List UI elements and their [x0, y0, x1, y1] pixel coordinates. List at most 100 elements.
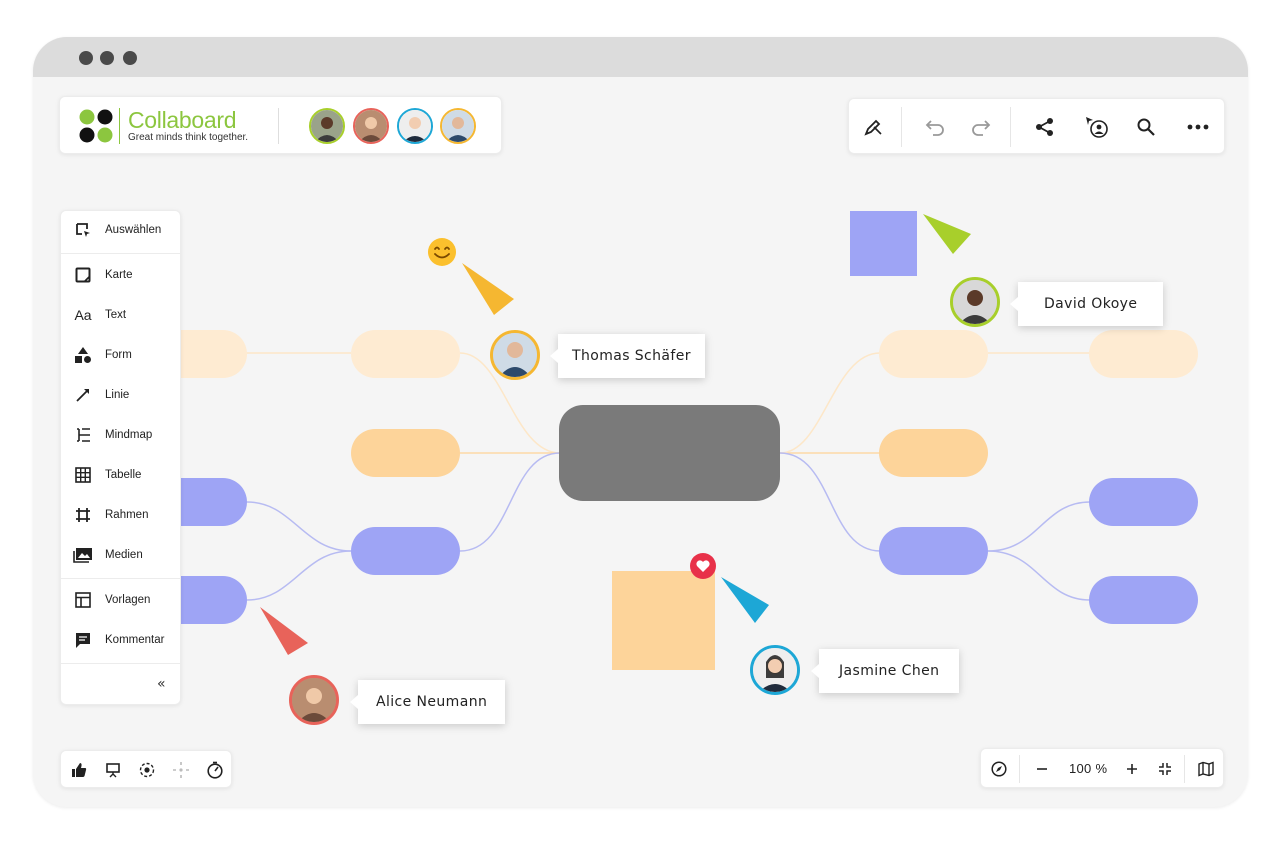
cursor-pointer-icon — [462, 263, 514, 315]
tool-templates[interactable]: Vorlagen — [61, 582, 181, 618]
cursor-pointer-icon — [923, 214, 971, 254]
zoom-in-icon[interactable] — [1116, 753, 1148, 785]
smile-emoji-icon — [428, 238, 456, 266]
mindmap-node[interactable] — [1089, 330, 1198, 378]
sticky-note[interactable] — [612, 571, 715, 670]
mindmap-node[interactable] — [879, 527, 988, 575]
compass-icon[interactable] — [983, 753, 1015, 785]
sticky-note[interactable] — [850, 211, 917, 276]
window-dot[interactable] — [123, 51, 137, 65]
focus-icon[interactable] — [131, 754, 163, 786]
participant-avatar[interactable] — [440, 108, 476, 144]
participant-avatar[interactable] — [353, 108, 389, 144]
tool-label: Vorlagen — [105, 594, 151, 606]
tool-shape[interactable]: Form — [61, 337, 181, 373]
shape-icon — [71, 343, 95, 367]
select-icon — [71, 218, 95, 242]
bottom-left-toolbar — [60, 750, 232, 788]
participant-avatar[interactable] — [309, 108, 345, 144]
app-name: Collaboard — [128, 107, 237, 133]
mindmap-icon — [71, 423, 95, 447]
cursor-label: Thomas Schäfer — [550, 334, 705, 378]
mindmap-node-center[interactable] — [559, 405, 780, 501]
mindmap-node[interactable] — [1089, 478, 1198, 526]
tool-label: Mindmap — [105, 429, 153, 441]
templates-icon — [71, 588, 95, 612]
tool-label: Auswählen — [105, 224, 162, 236]
cursor-label: Jasmine Chen — [810, 649, 960, 693]
line-icon — [71, 383, 95, 407]
tool-card[interactable]: Karte — [61, 257, 181, 293]
heart-reaction-icon — [690, 553, 716, 579]
tool-label: Tabelle — [105, 469, 142, 481]
mindmap-node[interactable] — [879, 429, 988, 477]
collapse-icon[interactable]: « — [157, 676, 166, 692]
mindmap-node[interactable] — [351, 429, 460, 477]
panel-divider — [278, 108, 279, 144]
collaboard-logo-icon — [79, 109, 113, 143]
comment-icon — [71, 628, 95, 652]
tools-divider — [61, 253, 181, 254]
map-icon[interactable] — [1190, 753, 1222, 785]
tool-select[interactable]: Auswählen — [61, 212, 181, 248]
move-icon[interactable] — [165, 754, 197, 786]
window-dot[interactable] — [100, 51, 114, 65]
tool-label: Form — [105, 349, 132, 361]
tool-text[interactable]: Aa Text — [61, 297, 181, 333]
app-window: Thomas Schäfer David Okoye Alice Neumann… — [33, 37, 1248, 807]
like-icon[interactable] — [63, 754, 95, 786]
zoom-level[interactable]: 100 % — [1069, 761, 1107, 776]
app-tagline: Great minds think together. — [128, 132, 249, 143]
avatar-david — [950, 277, 1000, 327]
more-icon[interactable] — [1182, 111, 1214, 143]
tool-label: Text — [105, 309, 127, 321]
fit-screen-icon[interactable] — [1149, 753, 1181, 785]
cursor-label: David Okoye — [1009, 282, 1164, 326]
tool-label: Rahmen — [105, 509, 149, 521]
tools-divider — [61, 663, 181, 664]
header-panel: Collaboard Great minds think together. — [59, 96, 502, 154]
toolbar-divider — [901, 107, 902, 147]
cursor-pointer-icon — [260, 607, 308, 655]
toolbar-divider — [1010, 107, 1011, 147]
redo-icon[interactable] — [965, 111, 997, 143]
cursor-label: Alice Neumann — [349, 680, 506, 724]
tool-line[interactable]: Linie — [61, 377, 181, 413]
tool-mindmap[interactable]: Mindmap — [61, 417, 181, 453]
presentation-icon[interactable] — [97, 754, 129, 786]
title-bar — [33, 37, 1248, 77]
window-dot[interactable] — [79, 51, 93, 65]
pen-icon[interactable] — [857, 111, 889, 143]
tool-frame[interactable]: Rahmen — [61, 497, 181, 533]
tool-label: Karte — [105, 269, 133, 281]
mindmap-node[interactable] — [351, 330, 460, 378]
tool-label: Linie — [105, 389, 130, 401]
zoom-out-icon[interactable] — [1026, 753, 1058, 785]
mindmap-node[interactable] — [879, 330, 988, 378]
undo-icon[interactable] — [919, 111, 951, 143]
avatar-alice — [289, 675, 339, 725]
participant-avatar[interactable] — [397, 108, 433, 144]
card-icon — [71, 263, 95, 287]
follow-icon[interactable] — [1081, 111, 1113, 143]
zoom-toolbar: 100 % — [980, 748, 1224, 788]
media-icon — [71, 543, 95, 567]
top-toolbar — [848, 98, 1225, 154]
tool-label: Kommentar — [105, 634, 165, 646]
tool-comment[interactable]: Kommentar — [61, 622, 181, 658]
search-icon[interactable] — [1130, 111, 1162, 143]
table-icon — [71, 463, 95, 487]
whiteboard-canvas[interactable]: Thomas Schäfer David Okoye Alice Neumann… — [33, 77, 1248, 807]
mindmap-node[interactable] — [1089, 576, 1198, 624]
mindmap-node[interactable] — [351, 527, 460, 575]
toolbar-divider — [1019, 755, 1020, 783]
share-icon[interactable] — [1029, 111, 1061, 143]
cursor-pointer-icon — [721, 577, 769, 623]
frame-icon — [71, 503, 95, 527]
toolbar-divider — [1184, 755, 1185, 783]
timer-icon[interactable] — [199, 754, 231, 786]
tools-divider — [61, 578, 181, 579]
tool-media[interactable]: Medien — [61, 537, 181, 573]
tool-label: Medien — [105, 549, 143, 561]
tool-table[interactable]: Tabelle — [61, 457, 181, 493]
